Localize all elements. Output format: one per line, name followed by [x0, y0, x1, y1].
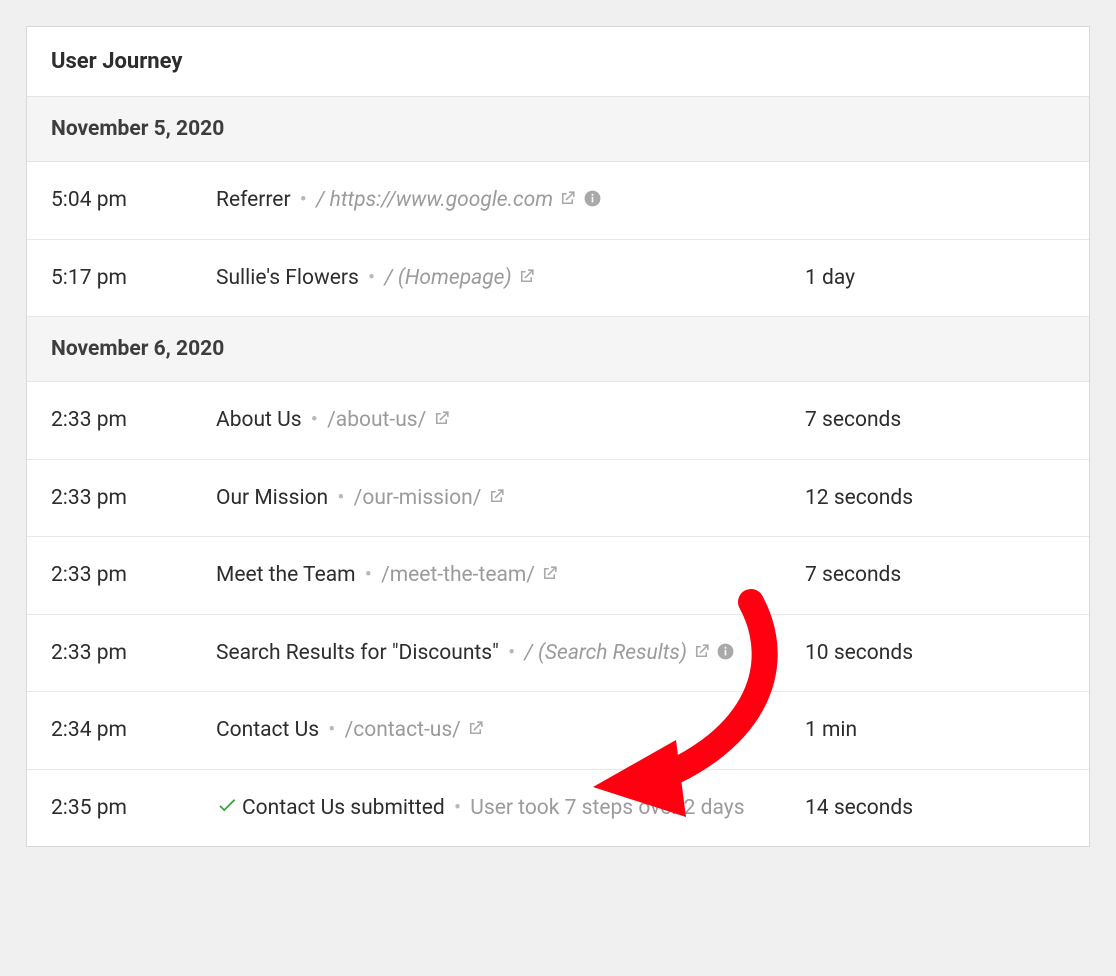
- row-duration: 1 min: [805, 714, 1065, 747]
- row-duration: 14 seconds: [805, 792, 1065, 825]
- row-title: Referrer: [216, 188, 291, 212]
- row-main: Contact Us • /contact-us/: [216, 714, 805, 747]
- separator-dot: •: [499, 641, 525, 665]
- row-time: 2:33 pm: [51, 559, 216, 592]
- check-icon: [216, 794, 238, 816]
- date-group-header: November 5, 2020: [27, 97, 1089, 162]
- row-main: Contact Us submitted • User took 7 steps…: [216, 792, 805, 825]
- row-path: / (Search Results): [524, 641, 687, 665]
- external-link-icon[interactable]: [466, 719, 485, 738]
- info-icon[interactable]: [583, 189, 602, 208]
- row-summary: User took 7 steps over 2 days: [470, 796, 744, 820]
- row-path: /about-us/: [327, 408, 426, 432]
- journey-row: 2:33 pmAbout Us • /about-us/ 7 seconds: [27, 382, 1089, 460]
- row-path: / https://www.google.com: [316, 188, 553, 212]
- external-link-icon[interactable]: [692, 642, 711, 661]
- separator-dot: •: [328, 486, 354, 510]
- row-time: 5:04 pm: [51, 184, 216, 217]
- user-journey-panel: User Journey November 5, 20205:04 pmRefe…: [26, 26, 1090, 847]
- separator-dot: •: [291, 188, 317, 212]
- row-main: About Us • /about-us/: [216, 404, 805, 437]
- row-main: Search Results for "Discounts" • / (Sear…: [216, 637, 805, 670]
- row-title: Contact Us submitted: [242, 796, 445, 820]
- row-main: Meet the Team • /meet-the-team/: [216, 559, 805, 592]
- row-title: Our Mission: [216, 486, 328, 510]
- date-group-header: November 6, 2020: [27, 317, 1089, 382]
- row-duration: 1 day: [805, 262, 1065, 295]
- row-path: / (Homepage): [384, 266, 511, 290]
- external-link-icon[interactable]: [540, 564, 559, 583]
- row-time: 2:33 pm: [51, 404, 216, 437]
- row-title: Contact Us: [216, 718, 319, 742]
- external-link-icon[interactable]: [517, 267, 536, 286]
- separator-dot: •: [445, 796, 471, 820]
- row-time: 2:33 pm: [51, 482, 216, 515]
- separator-dot: •: [302, 408, 328, 432]
- journey-row: 2:33 pmOur Mission • /our-mission/ 12 se…: [27, 460, 1089, 538]
- journey-row: 5:04 pmReferrer • / https://www.google.c…: [27, 162, 1089, 240]
- row-time: 5:17 pm: [51, 262, 216, 295]
- row-path: /contact-us/: [345, 718, 461, 742]
- row-title: About Us: [216, 408, 302, 432]
- journey-row: 2:33 pmMeet the Team • /meet-the-team/ 7…: [27, 537, 1089, 615]
- separator-dot: •: [359, 266, 385, 290]
- separator-dot: •: [319, 718, 345, 742]
- separator-dot: •: [356, 563, 382, 587]
- row-duration: 10 seconds: [805, 637, 1065, 670]
- row-main: Our Mission • /our-mission/: [216, 482, 805, 515]
- external-link-icon[interactable]: [558, 189, 577, 208]
- journey-row: 2:33 pmSearch Results for "Discounts" • …: [27, 615, 1089, 693]
- journey-row: 5:17 pmSullie's Flowers • / (Homepage) 1…: [27, 240, 1089, 318]
- journey-row: 2:35 pmContact Us submitted • User took …: [27, 770, 1089, 847]
- journey-row: 2:34 pmContact Us • /contact-us/ 1 min: [27, 692, 1089, 770]
- panel-title: User Journey: [27, 27, 1089, 97]
- row-duration: 12 seconds: [805, 482, 1065, 515]
- row-duration: 7 seconds: [805, 559, 1065, 592]
- info-icon[interactable]: [716, 642, 735, 661]
- row-title: Meet the Team: [216, 563, 356, 587]
- row-title: Search Results for "Discounts": [216, 641, 499, 665]
- external-link-icon[interactable]: [487, 487, 506, 506]
- row-time: 2:34 pm: [51, 714, 216, 747]
- external-link-icon[interactable]: [432, 409, 451, 428]
- row-main: Sullie's Flowers • / (Homepage): [216, 262, 805, 295]
- row-main: Referrer • / https://www.google.com: [216, 184, 805, 217]
- row-time: 2:35 pm: [51, 792, 216, 825]
- row-title: Sullie's Flowers: [216, 266, 359, 290]
- row-path: /meet-the-team/: [381, 563, 535, 587]
- row-duration: 7 seconds: [805, 404, 1065, 437]
- row-path: /our-mission/: [354, 486, 482, 510]
- row-time: 2:33 pm: [51, 637, 216, 670]
